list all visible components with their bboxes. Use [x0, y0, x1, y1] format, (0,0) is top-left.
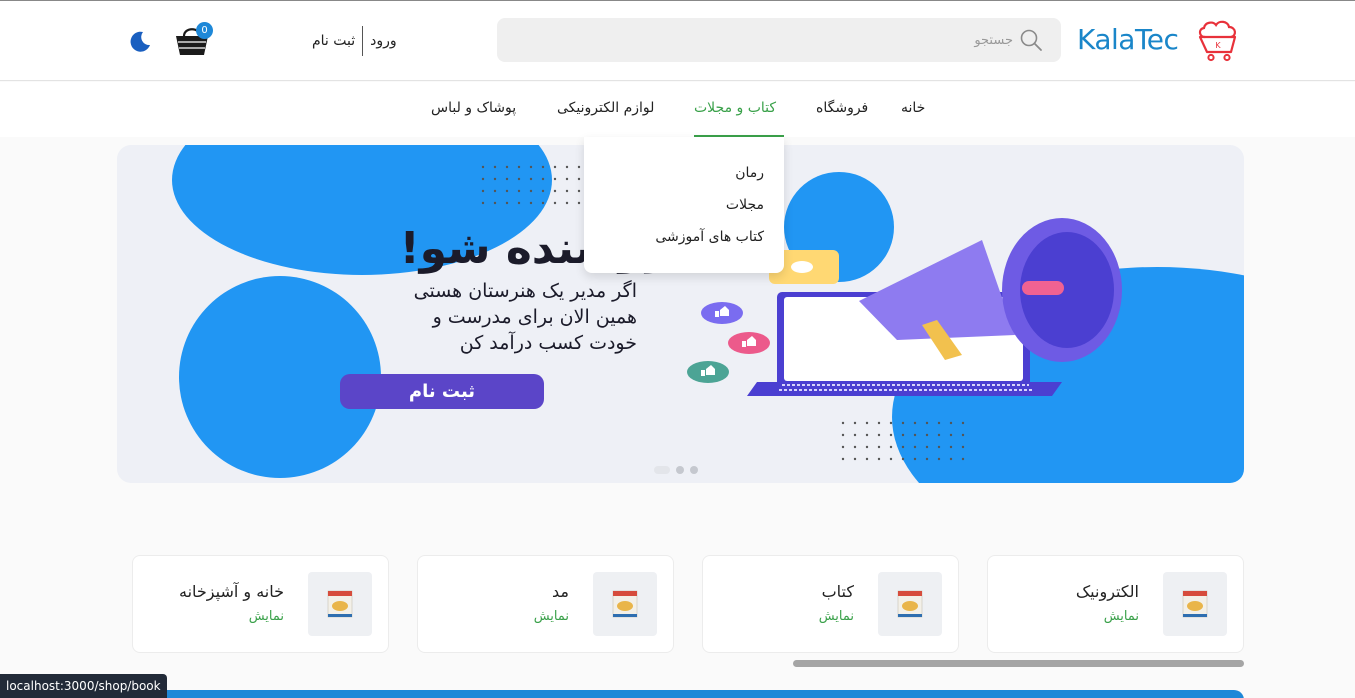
category-title: خانه و آشپزخانه	[179, 582, 284, 601]
site-logo[interactable]: KalaTec K	[1077, 19, 1242, 63]
banner-text-line: اگر مدیر یک هنرستان هستی	[413, 280, 637, 302]
category-title: کتاب	[821, 582, 854, 601]
category-show-link[interactable]: نمایش	[534, 609, 569, 624]
next-section-banner	[117, 690, 1244, 698]
chef-cart-icon: K	[1198, 20, 1237, 62]
category-card-fashion[interactable]: مد نمایش	[417, 555, 674, 653]
search-icon[interactable]	[1019, 28, 1043, 52]
nav-item-clothing[interactable]: پوشاک و لباس	[431, 100, 516, 116]
category-show-link[interactable]: نمایش	[249, 609, 284, 624]
nav-item-electronics[interactable]: لوازم الکترونیکی	[557, 100, 654, 116]
books-dropdown-menu: رمان مجلات کتاب های آموزشی	[584, 137, 784, 273]
moon-icon[interactable]	[128, 29, 152, 53]
carousel-dots	[654, 466, 698, 474]
category-card-books[interactable]: کتاب نمایش	[702, 555, 959, 653]
nav-item-books[interactable]: کتاب و مجلات	[694, 100, 776, 116]
category-title: الکترونیک	[1075, 582, 1139, 601]
status-bar-url: localhost:3000/shop/book	[0, 674, 167, 698]
search-box	[497, 18, 1061, 62]
book-cover-icon	[1182, 590, 1208, 618]
category-card-home-kitchen[interactable]: خانه و آشپزخانه نمایش	[132, 555, 389, 653]
nav-item-shop[interactable]: فروشگاه	[816, 100, 868, 116]
carousel-dot[interactable]	[676, 466, 684, 474]
logo-text: KalaTec	[1077, 23, 1179, 56]
category-thumbnail	[1163, 572, 1227, 636]
category-thumbnail	[308, 572, 372, 636]
nav-item-home[interactable]: خانه	[901, 100, 925, 116]
banner-text-line: همین الان برای مدرست و	[432, 306, 637, 328]
carousel-dot[interactable]	[654, 466, 670, 474]
book-cover-icon	[897, 590, 923, 618]
category-title: مد	[552, 582, 569, 601]
category-show-link[interactable]: نمایش	[1104, 609, 1139, 624]
category-card-electronics[interactable]: الکترونیک نمایش	[987, 555, 1244, 653]
search-input[interactable]	[533, 18, 1013, 62]
category-thumbnail	[593, 572, 657, 636]
category-thumbnail	[878, 572, 942, 636]
book-cover-icon	[612, 590, 638, 618]
dropdown-item-novels[interactable]: رمان	[735, 165, 764, 181]
carousel-dot[interactable]	[690, 466, 698, 474]
banner-text-line: خودت کسب درآمد کن	[459, 332, 637, 354]
logo-badge: K	[1215, 41, 1221, 50]
main-nav: خانه فروشگاه کتاب و مجلات لوازم الکترونی…	[0, 82, 1355, 137]
dropdown-item-educational-books[interactable]: کتاب های آموزشی	[655, 229, 764, 245]
banner-register-button[interactable]: ثبت نام	[340, 374, 544, 409]
auth-links: ورود ثبت نام	[305, 25, 404, 57]
cart-count-badge: 0	[196, 22, 213, 39]
site-header: KalaTec K ورود ثبت نام 0	[0, 1, 1355, 81]
auth-divider	[362, 26, 364, 56]
dropdown-item-magazines[interactable]: مجلات	[726, 197, 764, 213]
register-link[interactable]: ثبت نام	[305, 33, 362, 49]
login-link[interactable]: ورود	[363, 33, 404, 49]
category-show-link[interactable]: نمایش	[819, 609, 854, 624]
category-scrollbar[interactable]	[793, 660, 1244, 667]
book-cover-icon	[327, 590, 353, 618]
